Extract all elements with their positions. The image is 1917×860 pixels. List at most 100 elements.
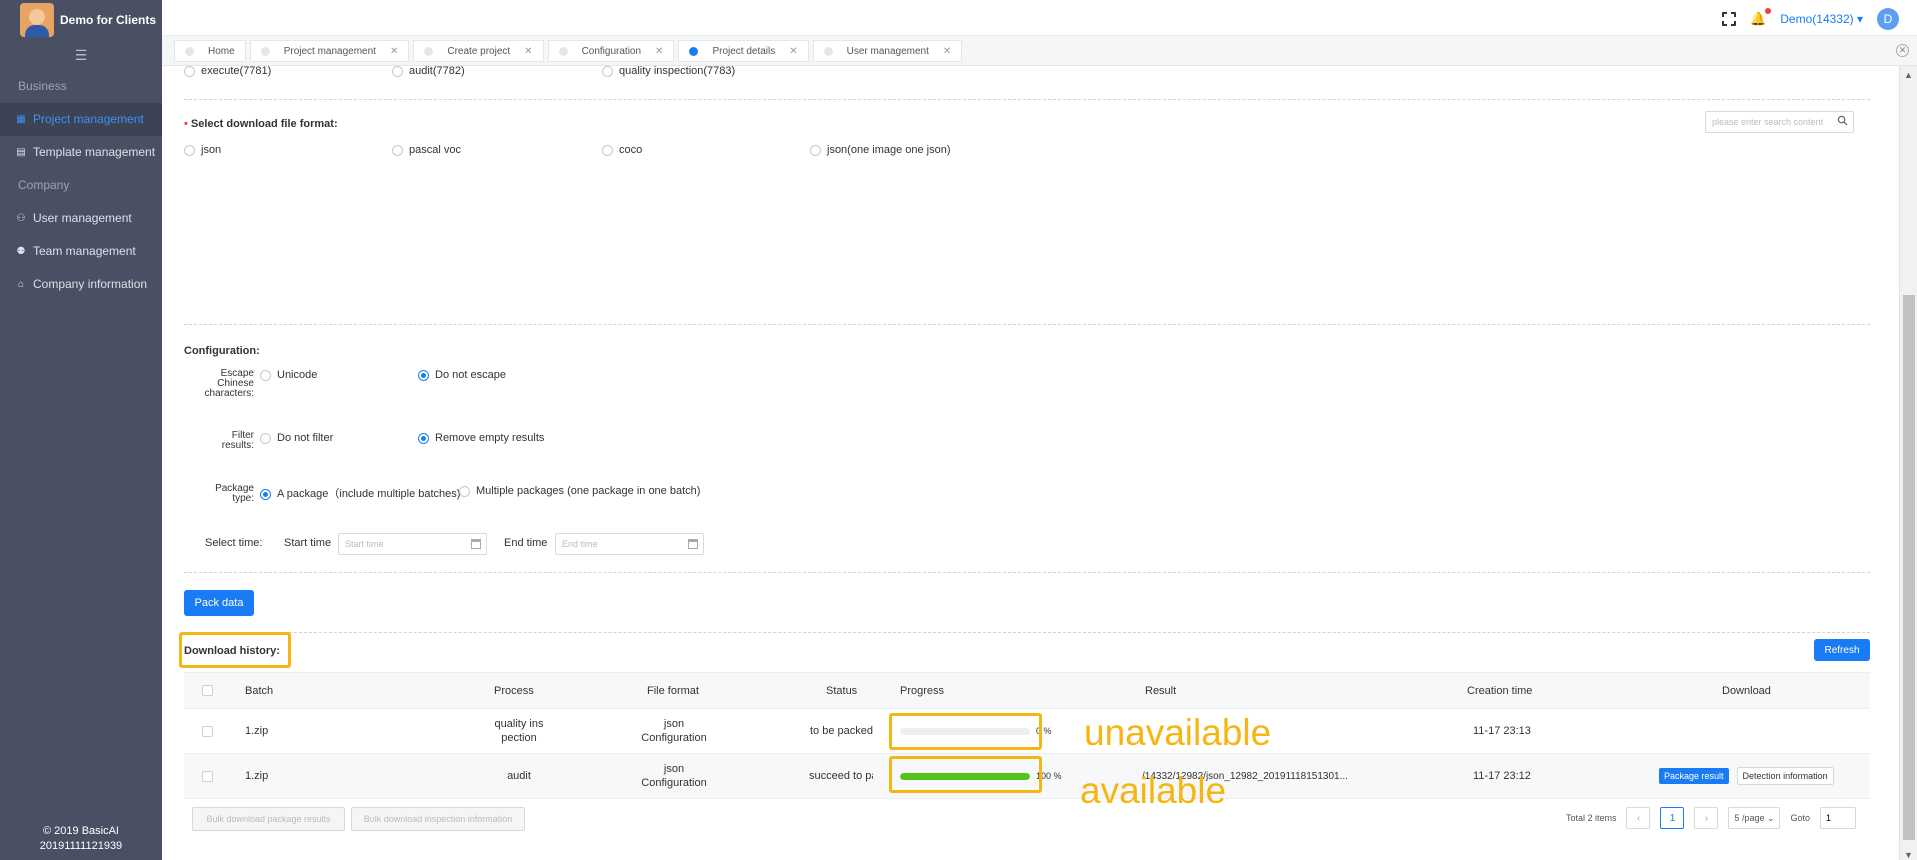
bulk-download-inspection-button[interactable]: Bulk download inspection information — [351, 807, 525, 831]
escape-option-do-not-escape[interactable]: Do not escape — [418, 369, 506, 381]
package-option-multiple[interactable]: Multiple packages (one package in one ba… — [459, 485, 700, 497]
next-page-icon[interactable]: › — [1694, 807, 1719, 829]
user-menu[interactable]: Demo(14332) ▾ — [1780, 12, 1863, 26]
radio[interactable] — [392, 65, 403, 77]
table-icon: ▤ — [16, 147, 26, 158]
page-button-current[interactable]: 1 — [1660, 807, 1685, 829]
tab-project-details[interactable]: Project details ✕ — [678, 40, 809, 62]
page-size-value: 5 /page — [1734, 813, 1765, 823]
process-option-execute[interactable]: execute(7781) — [184, 65, 271, 77]
highlight-box — [889, 756, 1042, 793]
highlight-box — [889, 713, 1042, 750]
tab-label: Create project — [447, 45, 511, 57]
radio[interactable] — [602, 144, 613, 156]
package-option-single[interactable]: A package（include multiple batches) — [260, 485, 460, 501]
format-option-json[interactable]: json — [184, 144, 221, 156]
filter-option-do-not-filter[interactable]: Do not filter — [260, 432, 333, 444]
bulk-download-package-button[interactable]: Bulk download package results — [192, 807, 345, 831]
radio-selected[interactable] — [418, 432, 429, 444]
tab-label: Project details — [712, 45, 776, 57]
radio[interactable] — [184, 144, 195, 156]
radio[interactable] — [260, 432, 271, 444]
escape-option-unicode[interactable]: Unicode — [260, 369, 317, 381]
scrollbar-thumb[interactable] — [1903, 295, 1915, 840]
tab-create-project[interactable]: Create project ✕ — [413, 40, 544, 62]
cell-batch: 1.zip — [245, 770, 269, 782]
close-icon[interactable]: ✕ — [655, 46, 663, 57]
tab-dot — [823, 46, 833, 56]
start-time-input[interactable]: Start time — [338, 533, 487, 555]
radio-label: pascal voc — [409, 144, 461, 156]
menu-collapse-icon[interactable]: ☰ — [0, 40, 162, 70]
close-icon[interactable]: ✕ — [524, 46, 532, 57]
close-icon[interactable]: ✕ — [943, 46, 951, 57]
calendar-icon — [471, 539, 481, 549]
checkbox[interactable] — [202, 770, 213, 782]
prev-page-icon[interactable]: ‹ — [1626, 807, 1651, 829]
process-option-audit[interactable]: audit(7782) — [392, 65, 465, 77]
pack-data-button[interactable]: Pack data — [184, 590, 254, 616]
tab-configuration[interactable]: Configuration ✕ — [547, 40, 675, 62]
tab-bar: Home Project management ✕ Create project ✕… — [162, 36, 1917, 66]
format-option-coco[interactable]: coco — [602, 144, 642, 156]
checkbox[interactable] — [202, 685, 213, 696]
tab-label: User management — [846, 45, 929, 57]
detection-information-button[interactable]: Detection information — [1736, 767, 1834, 785]
close-all-tabs-icon[interactable]: ✕ — [1896, 44, 1909, 57]
radio[interactable] — [459, 485, 470, 497]
configuration-title: Configuration: — [184, 345, 260, 357]
checkbox[interactable] — [202, 725, 213, 737]
radio[interactable] — [260, 369, 271, 381]
sidebar-item-template-management[interactable]: ▤ Template management — [0, 136, 162, 169]
radio-label: Do not filter — [277, 432, 334, 444]
table-header: Batch Process File format Status Progres… — [184, 673, 1870, 709]
radio-selected[interactable] — [260, 488, 271, 500]
page-size-select[interactable]: 5 /page ⌄ — [1728, 807, 1781, 829]
sidebar-item-team-management[interactable]: ⚉ Team management — [0, 235, 162, 268]
copyright: © 2019 BasicAI 20191111121939 — [0, 824, 162, 854]
scrollbar[interactable]: ▲ ▼ — [1899, 66, 1917, 860]
app-logo[interactable]: Demo for Clients — [0, 0, 162, 40]
row-checkbox[interactable] — [202, 754, 213, 798]
radio-label: Unicode — [277, 369, 318, 381]
end-time-input[interactable]: End time — [555, 533, 704, 555]
cell-file-format: json Configuration — [641, 718, 707, 744]
radio-selected[interactable] — [418, 369, 429, 381]
cell-download: Package result Detection information — [1659, 754, 1834, 798]
users-icon: ⚇ — [16, 213, 26, 224]
column-header-download: Download — [1722, 684, 1771, 697]
build-number: 20191111121939 — [39, 840, 123, 852]
bell-icon[interactable]: 🔔 — [1750, 8, 1772, 27]
radio[interactable] — [184, 65, 195, 77]
tab-project-management[interactable]: Project management ✕ — [249, 40, 410, 62]
fullscreen-icon[interactable] — [1721, 11, 1738, 27]
row-checkbox[interactable] — [202, 709, 213, 753]
radio[interactable] — [810, 144, 821, 156]
close-icon[interactable]: ✕ — [789, 46, 797, 57]
format-option-pascal-voc[interactable]: pascal voc — [392, 144, 461, 156]
search-icon[interactable] — [1837, 115, 1848, 126]
divider — [184, 324, 1870, 325]
tab-dot — [424, 46, 434, 56]
goto-page-input[interactable] — [1820, 807, 1856, 829]
radio[interactable] — [392, 144, 403, 156]
radio[interactable] — [602, 65, 613, 77]
sidebar-item-project-management[interactable]: ▦ Project management — [0, 103, 162, 136]
sidebar-item-company-information[interactable]: ⌂ Company information — [0, 268, 162, 301]
select-all-checkbox[interactable] — [202, 673, 213, 708]
process-option-quality-inspection[interactable]: quality inspection(7783) — [602, 65, 735, 77]
format-search-input[interactable]: please enter search content — [1705, 111, 1854, 133]
scroll-up-icon[interactable]: ▲ — [1904, 70, 1913, 80]
tab-home[interactable]: Home — [174, 40, 246, 62]
tab-label: Configuration — [581, 45, 642, 57]
tab-user-management[interactable]: User management ✕ — [812, 40, 963, 62]
scroll-down-icon[interactable]: ▼ — [1904, 850, 1913, 860]
format-option-json-per-image[interactable]: json(one image one json) — [810, 144, 951, 156]
package-result-button[interactable]: Package result — [1659, 768, 1729, 784]
avatar[interactable]: D — [1877, 8, 1899, 30]
sidebar-item-user-management[interactable]: ⚇ User management — [0, 202, 162, 235]
refresh-button[interactable]: Refresh — [1814, 639, 1870, 661]
filter-label: Filter results: — [221, 430, 254, 451]
filter-option-remove-empty[interactable]: Remove empty results — [418, 432, 544, 444]
close-icon[interactable]: ✕ — [390, 46, 398, 57]
